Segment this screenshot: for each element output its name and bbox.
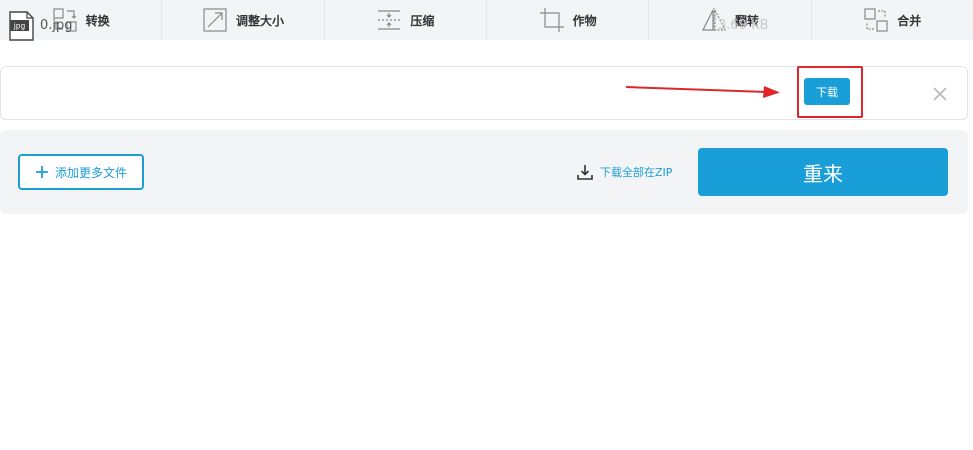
merge-icon — [864, 8, 888, 32]
file-size: 3.69 KB — [718, 18, 769, 33]
restart-button[interactable]: 重来 — [698, 148, 948, 196]
tool-label: 作物 — [572, 13, 597, 28]
download-button[interactable]: 下载 — [804, 78, 850, 105]
download-zip-label: 下载全部在ZIP — [600, 166, 673, 179]
crop-icon — [539, 8, 564, 32]
download-zip-link[interactable]: 下载全部在ZIP — [576, 163, 672, 181]
tool-label: 转换 — [85, 13, 110, 28]
download-icon — [577, 165, 593, 180]
compress-icon — [378, 10, 401, 30]
file-jpg-icon: jpg — [9, 11, 34, 41]
page: 转换 调整大小 压缩 作物 翻转 合并 jpg 0.jpg 3.69 KB 下载… — [0, 0, 973, 450]
file-type-label: jpg — [13, 22, 26, 31]
add-more-files-label: 添加更多文件 — [54, 165, 127, 180]
tool-label: 压缩 — [410, 13, 435, 28]
tool-compress[interactable]: 压缩 — [325, 0, 487, 40]
add-more-files-button[interactable]: 添加更多文件 — [18, 154, 144, 190]
tool-label: 合并 — [897, 13, 922, 28]
tool-crop[interactable]: 作物 — [487, 0, 650, 40]
tool-merge[interactable]: 合并 — [812, 0, 973, 40]
resize-icon — [203, 8, 227, 32]
plus-icon — [35, 166, 48, 178]
file-name: 0.jpg — [40, 18, 73, 33]
annotation-arrow — [625, 86, 780, 98]
tool-toolbar: 转换 调整大小 压缩 作物 翻转 合并 — [0, 0, 973, 40]
close-icon[interactable] — [930, 84, 950, 104]
tool-resize[interactable]: 调整大小 — [162, 0, 325, 40]
tool-label: 调整大小 — [235, 13, 284, 28]
